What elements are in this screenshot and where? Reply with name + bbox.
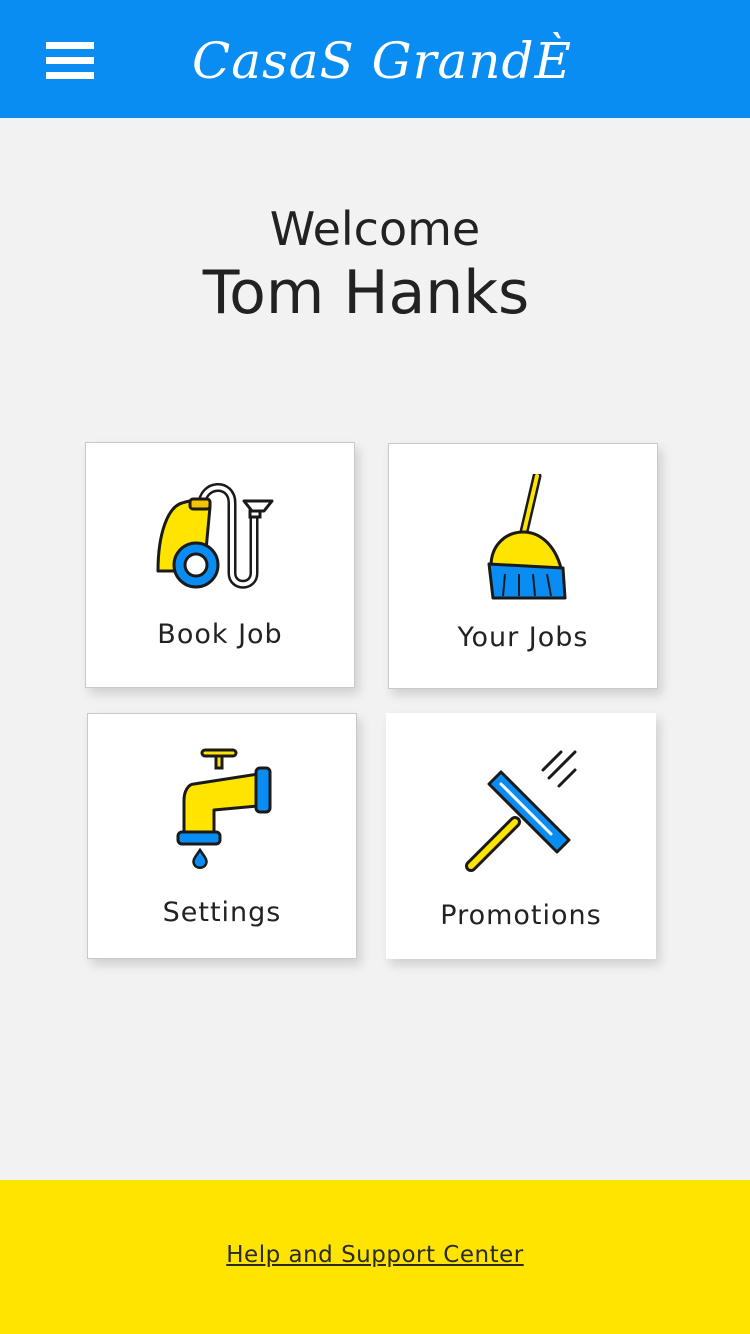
help-support-link[interactable]: Help and Support Center — [0, 1242, 750, 1268]
settings-label: Settings — [162, 897, 282, 928]
book-job-label: Book Job — [157, 619, 283, 650]
welcome-greeting: Welcome — [269, 202, 481, 256]
settings-tile[interactable]: Settings — [87, 713, 357, 959]
promotions-label: Promotions — [440, 900, 602, 931]
vacuum-cleaner-icon — [86, 473, 354, 603]
broom-icon — [389, 471, 657, 604]
app-header: CasaS GrandÈ — [0, 0, 750, 118]
squeegee-icon — [387, 744, 655, 874]
app-brand-title: CasaS GrandÈ — [191, 32, 573, 90]
promotions-tile[interactable]: Promotions — [386, 713, 656, 959]
water-tap-icon — [88, 744, 356, 874]
app-screen: CasaS GrandÈ Welcome Tom Hanks Book Job — [0, 0, 750, 1334]
app-footer: Help and Support Center — [0, 1180, 750, 1334]
your-jobs-label: Your Jobs — [457, 622, 589, 653]
your-jobs-tile[interactable]: Your Jobs — [388, 443, 658, 689]
book-job-tile[interactable]: Book Job — [85, 442, 355, 688]
user-name: Tom Hanks — [202, 258, 530, 328]
